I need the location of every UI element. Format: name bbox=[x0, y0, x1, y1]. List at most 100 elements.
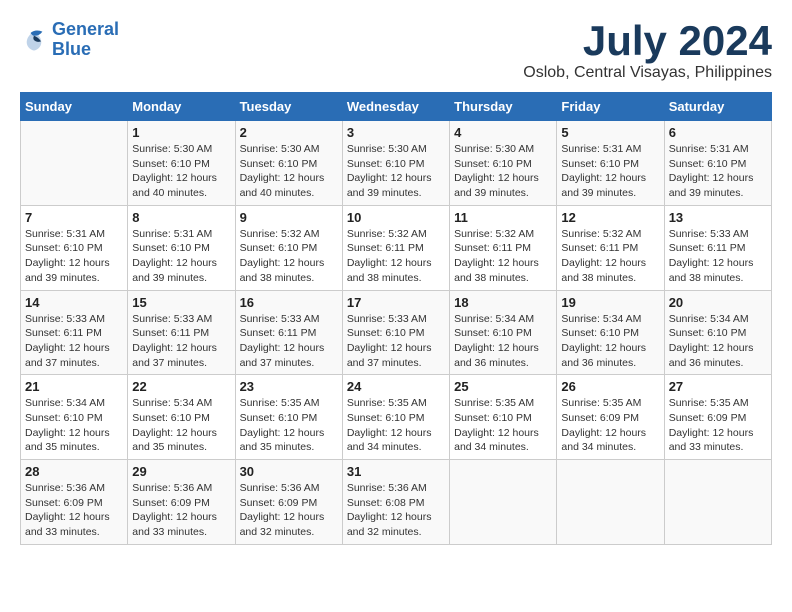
month-title: July 2024 bbox=[523, 20, 772, 62]
day-info: Sunrise: 5:31 AMSunset: 6:10 PMDaylight:… bbox=[669, 142, 767, 201]
day-info: Sunrise: 5:35 AMSunset: 6:10 PMDaylight:… bbox=[454, 396, 552, 455]
day-info: Sunrise: 5:36 AMSunset: 6:09 PMDaylight:… bbox=[240, 481, 338, 540]
calendar-week-row: 14Sunrise: 5:33 AMSunset: 6:11 PMDayligh… bbox=[21, 290, 772, 375]
day-info: Sunrise: 5:31 AMSunset: 6:10 PMDaylight:… bbox=[25, 227, 123, 286]
day-number: 18 bbox=[454, 295, 552, 310]
day-info: Sunrise: 5:31 AMSunset: 6:10 PMDaylight:… bbox=[132, 227, 230, 286]
day-info: Sunrise: 5:34 AMSunset: 6:10 PMDaylight:… bbox=[561, 312, 659, 371]
calendar-cell: 19 Sunrise: 5:34 AMSunset: 6:10 PMDayligh… bbox=[557, 290, 664, 375]
logo: General Blue bbox=[20, 20, 119, 60]
calendar-cell: 8Sunrise: 5:31 AMSunset: 6:10 PMDaylight… bbox=[128, 205, 235, 290]
day-number: 11 bbox=[454, 210, 552, 225]
day-info: Sunrise: 5:32 AMSunset: 6:10 PMDaylight:… bbox=[240, 227, 338, 286]
day-info: Sunrise: 5:35 AMSunset: 6:09 PMDaylight:… bbox=[669, 396, 767, 455]
day-number: 9 bbox=[240, 210, 338, 225]
day-number: 29 bbox=[132, 464, 230, 479]
day-number: 6 bbox=[669, 125, 767, 140]
calendar-cell: 24 Sunrise: 5:35 AMSunset: 6:10 PMDayligh… bbox=[342, 375, 449, 460]
calendar-cell: 15 Sunrise: 5:33 AMSunset: 6:11 PMDayligh… bbox=[128, 290, 235, 375]
header-tuesday: Tuesday bbox=[235, 93, 342, 121]
calendar-cell: 4 Sunrise: 5:30 AMSunset: 6:10 PMDaylight… bbox=[450, 121, 557, 206]
header-wednesday: Wednesday bbox=[342, 93, 449, 121]
day-info: Sunrise: 5:33 AMSunset: 6:11 PMDaylight:… bbox=[132, 312, 230, 371]
header-sunday: Sunday bbox=[21, 93, 128, 121]
day-info: Sunrise: 5:34 AMSunset: 6:10 PMDaylight:… bbox=[454, 312, 552, 371]
day-number: 13 bbox=[669, 210, 767, 225]
calendar-cell: 28Sunrise: 5:36 AMSunset: 6:09 PMDayligh… bbox=[21, 460, 128, 545]
day-number: 12 bbox=[561, 210, 659, 225]
calendar-cell: 23 Sunrise: 5:35 AMSunset: 6:10 PMDayligh… bbox=[235, 375, 342, 460]
calendar-cell: 30 Sunrise: 5:36 AMSunset: 6:09 PMDayligh… bbox=[235, 460, 342, 545]
calendar-cell: 3 Sunrise: 5:30 AMSunset: 6:10 PMDaylight… bbox=[342, 121, 449, 206]
logo-text: General Blue bbox=[52, 20, 119, 60]
calendar-cell: 22 Sunrise: 5:34 AMSunset: 6:10 PMDayligh… bbox=[128, 375, 235, 460]
day-number: 28 bbox=[25, 464, 123, 479]
day-number: 24 bbox=[347, 379, 445, 394]
day-info: Sunrise: 5:36 AMSunset: 6:09 PMDaylight:… bbox=[132, 481, 230, 540]
day-number: 30 bbox=[240, 464, 338, 479]
calendar-cell bbox=[664, 460, 771, 545]
day-number: 15 bbox=[132, 295, 230, 310]
calendar-cell: 10 Sunrise: 5:32 AMSunset: 6:11 PMDayligh… bbox=[342, 205, 449, 290]
calendar-cell bbox=[21, 121, 128, 206]
day-number: 22 bbox=[132, 379, 230, 394]
calendar-cell: 12Sunrise: 5:32 AMSunset: 6:11 PMDayligh… bbox=[557, 205, 664, 290]
title-section: July 2024 Oslob, Central Visayas, Philip… bbox=[523, 20, 772, 82]
calendar-cell: 14Sunrise: 5:33 AMSunset: 6:11 PMDayligh… bbox=[21, 290, 128, 375]
day-info: Sunrise: 5:32 AMSunset: 6:11 PMDaylight:… bbox=[347, 227, 445, 286]
calendar-cell: 5 Sunrise: 5:31 AMSunset: 6:10 PMDaylight… bbox=[557, 121, 664, 206]
day-number: 1 bbox=[132, 125, 230, 140]
calendar-cell: 6 Sunrise: 5:31 AMSunset: 6:10 PMDaylight… bbox=[664, 121, 771, 206]
calendar-cell: 20Sunrise: 5:34 AMSunset: 6:10 PMDayligh… bbox=[664, 290, 771, 375]
day-info: Sunrise: 5:35 AMSunset: 6:10 PMDaylight:… bbox=[347, 396, 445, 455]
day-number: 23 bbox=[240, 379, 338, 394]
calendar-cell: 21 Sunrise: 5:34 AMSunset: 6:10 PMDayligh… bbox=[21, 375, 128, 460]
day-number: 3 bbox=[347, 125, 445, 140]
day-number: 25 bbox=[454, 379, 552, 394]
day-info: Sunrise: 5:35 AMSunset: 6:09 PMDaylight:… bbox=[561, 396, 659, 455]
day-number: 20 bbox=[669, 295, 767, 310]
day-info: Sunrise: 5:30 AMSunset: 6:10 PMDaylight:… bbox=[454, 142, 552, 201]
day-number: 19 bbox=[561, 295, 659, 310]
day-info: Sunrise: 5:35 AMSunset: 6:10 PMDaylight:… bbox=[240, 396, 338, 455]
day-number: 27 bbox=[669, 379, 767, 394]
calendar-cell: 25 Sunrise: 5:35 AMSunset: 6:10 PMDayligh… bbox=[450, 375, 557, 460]
calendar-cell: 13 Sunrise: 5:33 AMSunset: 6:11 PMDayligh… bbox=[664, 205, 771, 290]
day-number: 2 bbox=[240, 125, 338, 140]
calendar-cell: 16Sunrise: 5:33 AMSunset: 6:11 PMDayligh… bbox=[235, 290, 342, 375]
day-info: Sunrise: 5:33 AMSunset: 6:11 PMDaylight:… bbox=[240, 312, 338, 371]
day-info: Sunrise: 5:34 AMSunset: 6:10 PMDaylight:… bbox=[25, 396, 123, 455]
calendar-cell: 2 Sunrise: 5:30 AMSunset: 6:10 PMDaylight… bbox=[235, 121, 342, 206]
day-number: 5 bbox=[561, 125, 659, 140]
location: Oslob, Central Visayas, Philippines bbox=[523, 64, 772, 82]
day-number: 10 bbox=[347, 210, 445, 225]
header-friday: Friday bbox=[557, 93, 664, 121]
day-info: Sunrise: 5:30 AMSunset: 6:10 PMDaylight:… bbox=[347, 142, 445, 201]
calendar-week-row: 28 Sunrise: 5:36 AMSunset: 6:09 PMDayligh… bbox=[21, 460, 772, 545]
calendar-week-row: 7Sunrise: 5:31 AMSunset: 6:10 PMDaylight… bbox=[21, 205, 772, 290]
day-info: Sunrise: 5:34 AMSunset: 6:10 PMDaylight:… bbox=[132, 396, 230, 455]
header-thursday: Thursday bbox=[450, 93, 557, 121]
header-saturday: Saturday bbox=[664, 93, 771, 121]
day-number: 21 bbox=[25, 379, 123, 394]
calendar-header-row: SundayMondayTuesdayWednesdayThursdayFrid… bbox=[21, 93, 772, 121]
calendar-table: SundayMondayTuesdayWednesdayThursdayFrid… bbox=[20, 92, 772, 545]
day-info: Sunrise: 5:36 AMSunset: 6:08 PMDaylight:… bbox=[347, 481, 445, 540]
calendar-cell: 26Sunrise: 5:35 AMSunset: 6:09 PMDayligh… bbox=[557, 375, 664, 460]
calendar-cell: 7Sunrise: 5:31 AMSunset: 6:10 PMDaylight… bbox=[21, 205, 128, 290]
calendar-cell bbox=[557, 460, 664, 545]
logo-icon bbox=[20, 26, 48, 54]
day-info: Sunrise: 5:33 AMSunset: 6:11 PMDaylight:… bbox=[669, 227, 767, 286]
day-number: 31 bbox=[347, 464, 445, 479]
day-info: Sunrise: 5:30 AMSunset: 6:10 PMDaylight:… bbox=[240, 142, 338, 201]
day-number: 17 bbox=[347, 295, 445, 310]
calendar-cell: 17Sunrise: 5:33 AMSunset: 6:10 PMDayligh… bbox=[342, 290, 449, 375]
day-info: Sunrise: 5:32 AMSunset: 6:11 PMDaylight:… bbox=[454, 227, 552, 286]
calendar-week-row: 1 Sunrise: 5:30 AMSunset: 6:10 PMDaylight… bbox=[21, 121, 772, 206]
calendar-cell: 27 Sunrise: 5:35 AMSunset: 6:09 PMDayligh… bbox=[664, 375, 771, 460]
day-info: Sunrise: 5:31 AMSunset: 6:10 PMDaylight:… bbox=[561, 142, 659, 201]
calendar-cell: 29 Sunrise: 5:36 AMSunset: 6:09 PMDayligh… bbox=[128, 460, 235, 545]
calendar-cell: 11 Sunrise: 5:32 AMSunset: 6:11 PMDayligh… bbox=[450, 205, 557, 290]
day-number: 4 bbox=[454, 125, 552, 140]
header-monday: Monday bbox=[128, 93, 235, 121]
